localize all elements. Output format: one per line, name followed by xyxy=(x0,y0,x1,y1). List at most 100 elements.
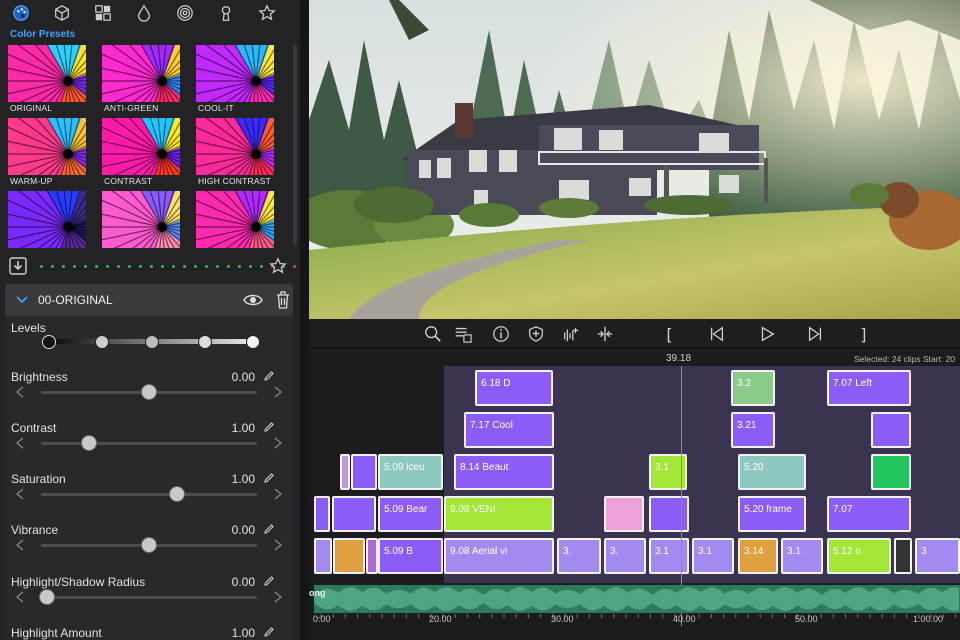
saturation-slider-knob[interactable] xyxy=(169,486,186,502)
timeline-clip[interactable]: 5.09 B xyxy=(378,538,443,574)
saturation-value[interactable]: 1.00 xyxy=(205,472,255,486)
levels-handle[interactable] xyxy=(42,335,57,349)
timeline-clip[interactable] xyxy=(332,496,376,532)
panel-divider[interactable] xyxy=(300,0,309,640)
preset-high-contrast[interactable]: HIGH CONTRAST xyxy=(196,118,274,188)
highlight-shadow-radius-slider-track[interactable] xyxy=(41,596,257,599)
timeline[interactable]: 39.18 Selected: 24 clips Start: 20 6.18 … xyxy=(309,349,960,640)
grid-tab[interactable] xyxy=(82,0,123,26)
timeline-clip[interactable] xyxy=(314,538,332,574)
contrast-slider-track[interactable] xyxy=(41,442,257,445)
timeline-clip[interactable] xyxy=(366,538,378,574)
timeline-clip[interactable] xyxy=(649,496,689,532)
cube-tab[interactable] xyxy=(41,0,82,26)
timeline-clip[interactable]: 5.12 o xyxy=(827,538,891,574)
info-button[interactable] xyxy=(491,324,511,344)
clip-list-button[interactable] xyxy=(453,324,473,344)
timeline-clip[interactable]: 3.2 xyxy=(731,370,775,406)
skip-forward-button[interactable] xyxy=(805,324,825,344)
timeline-clip[interactable]: 7.07 xyxy=(827,496,911,532)
timeline-clip[interactable] xyxy=(871,454,911,490)
timeline-clip[interactable]: 5.09 Bear xyxy=(378,496,443,532)
layer-header[interactable]: 00-ORIGINAL xyxy=(5,284,293,316)
chevron-down-icon[interactable] xyxy=(15,293,29,307)
brightness-value[interactable]: 0.00 xyxy=(205,370,255,384)
levels-handle[interactable] xyxy=(145,335,160,349)
timeline-clip[interactable]: 7.07 Left xyxy=(827,370,911,406)
highlight-shadow-radius-value[interactable]: 0.00 xyxy=(205,575,255,589)
increment-arrow-icon[interactable] xyxy=(273,591,283,603)
levels-handle[interactable] xyxy=(197,335,212,349)
preset-dark-contrast[interactable]: DARK CONTRAST xyxy=(8,191,86,250)
marker-button[interactable] xyxy=(526,324,546,344)
decrement-arrow-icon[interactable] xyxy=(15,386,25,398)
increment-arrow-icon[interactable] xyxy=(273,386,283,398)
pencil-icon[interactable] xyxy=(263,421,275,433)
timeline-clip[interactable] xyxy=(351,454,377,490)
decrement-arrow-icon[interactable] xyxy=(15,488,25,500)
levels-handle[interactable] xyxy=(94,335,109,349)
decrement-arrow-icon[interactable] xyxy=(15,591,25,603)
droplet-tab[interactable] xyxy=(123,0,164,26)
timeline-clip[interactable]: 3. xyxy=(604,538,646,574)
preset-warm-up[interactable]: WARM-UP xyxy=(8,118,86,188)
palette-tab[interactable] xyxy=(0,0,41,26)
pencil-icon[interactable] xyxy=(263,575,275,587)
trash-icon[interactable] xyxy=(275,290,291,310)
contrast-slider-knob[interactable] xyxy=(80,435,97,451)
set-in-point-button[interactable]: [ xyxy=(659,324,679,344)
preset-anti-green[interactable]: ANTI-GREEN xyxy=(102,45,180,115)
timeline-clip[interactable]: 5.20 frame xyxy=(738,496,806,532)
pencil-icon[interactable] xyxy=(263,523,275,535)
import-icon[interactable] xyxy=(8,256,28,276)
timeline-clip[interactable] xyxy=(871,412,911,448)
preset-original[interactable]: ORIGINAL xyxy=(8,45,86,115)
timeline-clip[interactable]: 3.1 xyxy=(692,538,734,574)
decrement-arrow-icon[interactable] xyxy=(15,437,25,449)
highlight-amount-value[interactable]: 1.00 xyxy=(205,626,255,640)
levels-handle[interactable] xyxy=(246,335,260,349)
timeline-clip[interactable]: 3 xyxy=(915,538,960,574)
timeline-clip[interactable]: 3. xyxy=(557,538,601,574)
pencil-icon[interactable] xyxy=(263,626,275,638)
pencil-icon[interactable] xyxy=(263,472,275,484)
skip-back-button[interactable] xyxy=(707,324,727,344)
increment-arrow-icon[interactable] xyxy=(273,539,283,551)
timeline-clip[interactable]: 9.08 VENI xyxy=(444,496,554,532)
audio-track[interactable] xyxy=(314,585,960,613)
preset-cool-it[interactable]: COOL-IT xyxy=(196,45,274,115)
play-button[interactable] xyxy=(757,324,777,344)
keyhole-tab[interactable] xyxy=(205,0,246,26)
vibrance-value[interactable]: 0.00 xyxy=(205,523,255,537)
contrast-value[interactable]: 1.00 xyxy=(205,421,255,435)
decrement-arrow-icon[interactable] xyxy=(15,539,25,551)
timeline-clip[interactable] xyxy=(314,496,330,532)
favorite-star-icon[interactable] xyxy=(269,257,287,275)
time-ruler[interactable] xyxy=(309,614,960,640)
preset-vibrance[interactable]: VIBRANCE xyxy=(196,191,274,250)
presets-scrollbar[interactable] xyxy=(293,45,297,245)
timeline-clip[interactable] xyxy=(604,496,644,532)
eye-icon[interactable] xyxy=(243,292,263,308)
timeline-clip[interactable]: 9.08 Aerial vi xyxy=(444,538,554,574)
preset-shadowup[interactable]: SHADOWUP xyxy=(102,191,180,250)
vibrance-slider-knob[interactable] xyxy=(141,537,157,553)
set-out-point-button[interactable]: ] xyxy=(854,324,874,344)
timeline-clip[interactable] xyxy=(333,538,365,574)
highlight-shadow-radius-slider-knob[interactable] xyxy=(39,589,56,605)
timeline-clip[interactable]: 8.14 Beaut xyxy=(454,454,554,490)
spiral-tab[interactable] xyxy=(164,0,205,26)
timeline-clip[interactable]: 5.20 xyxy=(738,454,806,490)
timeline-clip[interactable]: 3.1 xyxy=(781,538,823,574)
favorites-tab[interactable] xyxy=(246,0,287,26)
timeline-clip[interactable]: 7.17 Cool xyxy=(464,412,554,448)
brightness-slider-knob[interactable] xyxy=(141,384,157,400)
increment-arrow-icon[interactable] xyxy=(273,437,283,449)
timeline-clip[interactable] xyxy=(340,454,350,490)
increment-arrow-icon[interactable] xyxy=(273,488,283,500)
timeline-clip[interactable]: 3.14 xyxy=(738,538,778,574)
timeline-clip[interactable]: 3.21 xyxy=(731,412,775,448)
preset-contrast[interactable]: CONTRAST xyxy=(102,118,180,188)
timeline-clip[interactable]: 6.18 D xyxy=(475,370,553,406)
timeline-clip[interactable] xyxy=(894,538,912,574)
